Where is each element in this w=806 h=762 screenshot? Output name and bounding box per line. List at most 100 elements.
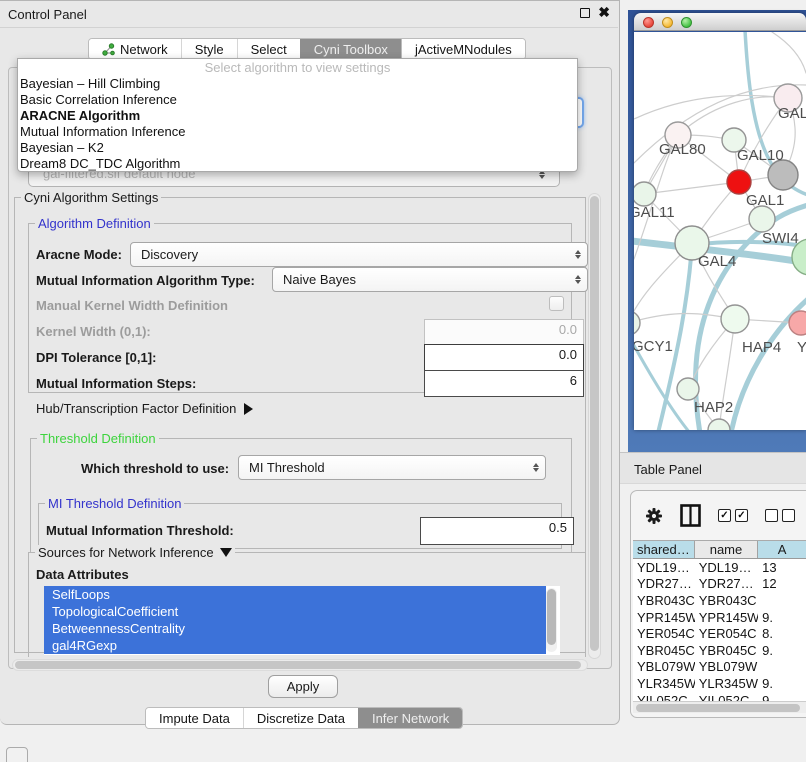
table-row[interactable]: YPR145WYPR145W9. [633,609,806,626]
collapse-down-icon[interactable] [220,548,232,563]
panel-corner-button[interactable] [6,747,28,762]
which-threshold-combo[interactable]: MI Threshold [238,455,546,480]
mi-threshold-label: Mutual Information Threshold: [46,523,234,538]
network-node[interactable] [677,378,699,400]
network-canvas[interactable]: GALGAL80GAL10GAL1GAL11SWI4GAL4GCY1HAP4YH… [634,32,806,430]
algorithm-option-bayesian-hill-climbing[interactable]: Bayesian – Hill Climbing [18,76,577,92]
hub-definition-label: Hub/Transcription Factor Definition [36,401,236,416]
network-node[interactable] [727,170,751,194]
network-node[interactable] [721,305,749,333]
node-label-gal1: GAL1 [746,192,784,209]
network-window-titlebar[interactable] [634,13,806,31]
settings-horizontal-scrollbar[interactable] [12,659,588,671]
scrollbar-thumb[interactable] [636,704,800,712]
settings-vertical-scrollbar[interactable] [588,193,601,659]
node-label-hap4: HAP4 [742,339,781,356]
algorithm-option-bayesian-k2[interactable]: Bayesian – K2 [18,140,577,156]
aracne-mode-combo[interactable]: Discovery [130,242,588,267]
tab-network[interactable]: Network [89,39,181,59]
tab-cyni-toolbox[interactable]: Cyni Toolbox [300,39,401,59]
attribute-item-selfloops[interactable]: SelfLoops [44,586,546,603]
network-node[interactable] [768,160,798,190]
table-row[interactable]: YER054CYER054C8. [633,625,806,642]
table-panel-title: Table Panel [634,462,702,477]
table-cell: YDR27… [633,576,695,591]
tab-discretize-data[interactable]: Discretize Data [243,708,358,728]
attribute-item-betweennesscentrality[interactable]: BetweennessCentrality [44,620,546,637]
control-panel-tab-bar: Network StyleSelect Cyni Toolbox jActiveMNo… [88,38,526,60]
table-cell: YLR345W [695,676,758,691]
dpi-tolerance-field[interactable]: 0.0 [424,344,584,372]
attribute-item-gal4rgexp[interactable]: gal4RGexp [44,637,546,654]
column-header-a[interactable]: A [758,541,806,558]
network-node[interactable] [634,311,640,335]
table-row[interactable]: YBL079WYBL079W [633,659,806,676]
column-header-name[interactable]: name [695,541,758,558]
node-label-y: Y [797,339,806,356]
mi-threshold-field[interactable]: 0.5 [420,517,574,545]
table-cell: YIL052C [633,693,695,701]
tab-jactivemnodules[interactable]: jActiveMNodules [401,39,525,59]
tab-label: Network [120,42,168,57]
network-edge [772,32,806,73]
algorithm-option-dream8-dc-tdc-algorithm[interactable]: Dream8 DC_TDC Algorithm [18,156,577,172]
tab-infer-network[interactable]: Infer Network [358,708,462,728]
network-node[interactable] [634,182,656,206]
which-threshold-value: MI Threshold [249,460,325,475]
algorithm-option-basic-correlation-inference[interactable]: Basic Correlation Inference [18,92,577,108]
minimize-traffic-light[interactable] [662,17,673,28]
attribute-list-scrollbar[interactable] [546,588,557,652]
network-graph: GALGAL80GAL10GAL1GAL11SWI4GAL4GCY1HAP4YH… [634,32,806,430]
sources-collapse-control[interactable]: Sources for Network Inference [35,545,235,563]
tab-label: Discretize Data [257,711,345,726]
algorithm-option-mutual-information-inference[interactable]: Mutual Information Inference [18,124,577,140]
network-node[interactable] [789,311,806,335]
manual-kernel-checkbox[interactable] [549,296,564,311]
scrollbar-thumb[interactable] [15,661,581,669]
attribute-item-topologicalcoefficient[interactable]: TopologicalCoefficient [44,603,546,620]
tab-label: Cyni Toolbox [314,42,388,57]
combo-spinner-icon [575,247,581,262]
columns-icon[interactable] [680,504,701,527]
network-node[interactable] [749,206,775,232]
table-cell: 9 [758,693,806,701]
close-icon[interactable]: ✖ [598,4,610,21]
table-cell: YBR043C [633,593,695,608]
kernel-width-label: Kernel Width (0,1): [36,324,151,339]
aracne-mode-label: Aracne Mode: [36,247,122,262]
manual-kernel-label: Manual Kernel Width Definition [36,298,228,313]
float-icon[interactable] [580,8,590,18]
hub-definition-expander[interactable]: Hub/Transcription Factor Definition [36,401,259,416]
mi-type-combo[interactable]: Naive Bayes [272,267,588,292]
apply-button[interactable]: Apply [268,675,338,698]
tab-style[interactable]: Style [181,39,237,59]
mi-steps-field[interactable]: 6 [424,370,584,397]
deselect-all-icon[interactable] [765,509,795,522]
scrollbar-thumb[interactable] [547,589,556,645]
table-row[interactable]: YLR345WYLR345W9. [633,675,806,692]
algorithm-option-aracne-algorithm[interactable]: ARACNE Algorithm [18,108,577,124]
table-row[interactable]: YIL052CYIL052C9 [633,692,806,701]
data-attributes-label: Data Attributes [36,567,129,582]
zoom-traffic-light[interactable] [681,17,692,28]
table-cell: YBL079W [633,659,695,674]
kernel-width-field[interactable]: 0.0 [424,319,584,346]
tab-select[interactable]: Select [237,39,300,59]
close-traffic-light[interactable] [643,17,654,28]
expand-right-icon[interactable] [244,403,259,415]
table-cell: YER054C [695,626,758,641]
table-row[interactable]: YDR27…YDR27…12 [633,576,806,593]
gear-icon[interactable] [645,507,663,525]
table-horizontal-scrollbar[interactable] [633,701,806,713]
node-label-hap2: HAP2 [694,399,733,416]
table-cell: 12 [758,576,806,591]
scrollbar-thumb[interactable] [590,196,599,651]
table-row[interactable]: YBR043CYBR043C [633,592,806,609]
select-all-icon[interactable]: ✓✓ [718,509,748,522]
table-row[interactable]: YBR045CYBR045C9. [633,642,806,659]
table-cell: YDL19… [633,560,695,575]
network-view-panel: GALGAL80GAL10GAL1GAL11SWI4GAL4GCY1HAP4YH… [628,10,806,452]
table-row[interactable]: YDL19…YDL19…13 [633,559,806,576]
column-header-shared[interactable]: shared… [633,541,695,558]
tab-impute-data[interactable]: Impute Data [146,708,243,728]
